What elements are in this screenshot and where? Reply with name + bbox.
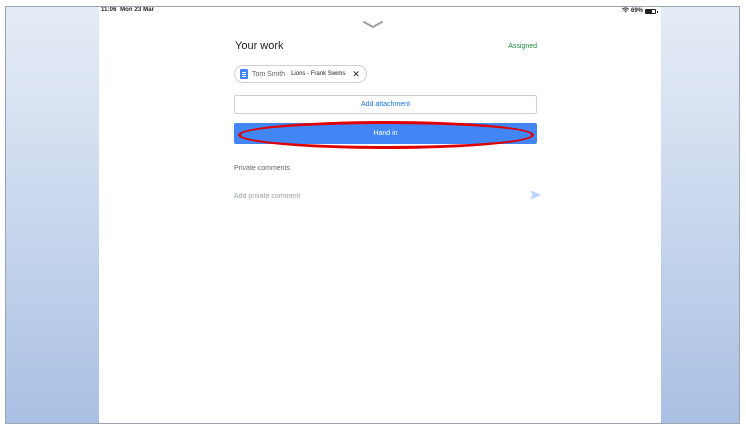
left-background <box>6 7 99 423</box>
status-date-text: Mon 23 Mar <box>120 7 155 13</box>
right-background <box>661 7 739 423</box>
status-bar-time: 11:06 Mon 23 Mar <box>101 7 154 13</box>
page-title: Your work <box>235 40 284 52</box>
status-bar-right: 69% <box>621 7 658 15</box>
battery-percent: 69% <box>630 8 643 14</box>
private-comments-heading: Private comments <box>234 165 291 172</box>
send-icon[interactable] <box>530 190 542 200</box>
status-time-text: 11:06 <box>101 7 117 13</box>
private-comment-input[interactable] <box>234 190 524 202</box>
ipad-screen: 11:06 Mon 23 Mar 69% Your work Assigned … <box>99 7 662 423</box>
wifi-icon <box>621 7 629 15</box>
close-icon[interactable]: ✕ <box>352 69 360 80</box>
screenshot-frame: 11:06 Mon 23 Mar 69% Your work Assigned … <box>5 6 740 424</box>
hand-in-button[interactable]: Hand in <box>234 123 537 144</box>
status-badge: Assigned <box>508 43 537 50</box>
attachment-chip[interactable]: Tom Smith Lions - Frank Swims ✕ <box>234 65 367 83</box>
attachment-file-name: Lions - Frank Swims <box>291 71 346 77</box>
battery-icon <box>645 8 658 14</box>
add-attachment-button[interactable]: Add attachment <box>234 95 537 114</box>
google-docs-icon <box>240 69 248 79</box>
chevron-down-icon[interactable] <box>362 20 384 30</box>
attachment-owner: Tom Smith <box>252 70 286 78</box>
